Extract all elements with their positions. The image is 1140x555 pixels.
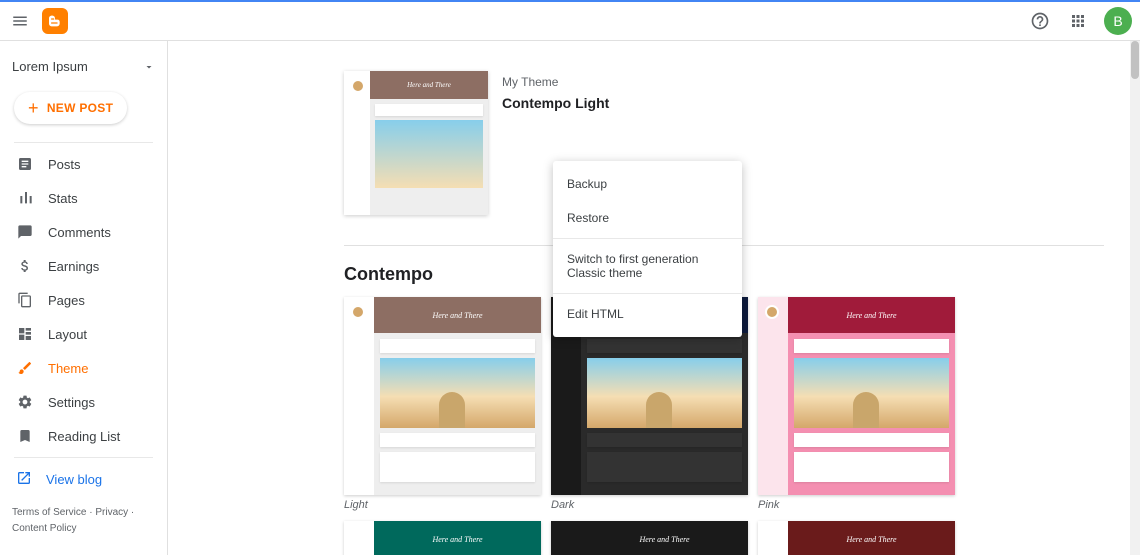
sidebar-item-label: Earnings <box>48 259 99 274</box>
privacy-link[interactable]: Privacy <box>95 507 128 518</box>
theme-icon <box>16 359 34 377</box>
theme-caption: Pink <box>758 499 955 511</box>
content-policy-link[interactable]: Content Policy <box>12 523 76 534</box>
new-post-button[interactable]: + NEW POST <box>14 92 127 124</box>
view-blog-link[interactable]: View blog <box>0 462 167 497</box>
sidebar-item-label: Theme <box>48 361 88 376</box>
nav: Posts Stats Comments Earnings Pages Layo… <box>0 147 167 497</box>
dropdown-item-backup[interactable]: Backup <box>553 167 742 201</box>
my-theme-label: My Theme <box>502 75 609 89</box>
earnings-icon <box>16 257 34 275</box>
stats-icon <box>16 189 34 207</box>
sidebar-item-label: Pages <box>48 293 85 308</box>
divider <box>553 238 742 239</box>
preview-header: Here and There <box>581 521 748 555</box>
theme-card-darkgreen[interactable]: Here and There <box>551 521 748 555</box>
scrollbar[interactable] <box>1130 41 1140 555</box>
blog-selector[interactable]: Lorem Ipsum <box>0 51 167 82</box>
view-blog-label: View blog <box>46 472 102 487</box>
sidebar-item-reading-list[interactable]: Reading List <box>0 419 167 453</box>
blog-name: Lorem Ipsum <box>12 59 88 74</box>
my-theme-name: Contempo Light <box>502 95 609 111</box>
sidebar-item-label: Comments <box>48 225 111 240</box>
theme-card-pink[interactable]: Here and There Pink <box>758 297 955 511</box>
sidebar-item-stats[interactable]: Stats <box>0 181 167 215</box>
gear-icon <box>16 393 34 411</box>
terms-link[interactable]: Terms of Service <box>12 507 86 518</box>
apps-icon[interactable] <box>1066 9 1090 33</box>
sidebar-item-pages[interactable]: Pages <box>0 283 167 317</box>
divider <box>14 142 153 143</box>
comments-icon <box>16 223 34 241</box>
sidebar-item-comments[interactable]: Comments <box>0 215 167 249</box>
sidebar-item-posts[interactable]: Posts <box>0 147 167 181</box>
preview-header: Here and There <box>374 521 541 555</box>
top-bar-left <box>8 8 68 34</box>
blogger-logo-icon[interactable] <box>42 8 68 34</box>
top-bar: B <box>0 0 1140 41</box>
preview-header: Here and There <box>370 71 488 99</box>
theme-card-red[interactable]: Here and There <box>758 521 955 555</box>
help-icon[interactable] <box>1028 9 1052 33</box>
pages-icon <box>16 291 34 309</box>
sidebar-item-label: Settings <box>48 395 95 410</box>
dropdown-item-restore[interactable]: Restore <box>553 201 742 235</box>
sidebar-item-theme[interactable]: Theme <box>0 351 167 385</box>
layout-icon <box>16 325 34 343</box>
open-external-icon <box>16 470 32 489</box>
sidebar-item-layout[interactable]: Layout <box>0 317 167 351</box>
dropdown-item-switch-classic[interactable]: Switch to first generation Classic theme <box>553 242 742 290</box>
theme-card-light[interactable]: Here and There Light <box>344 297 541 511</box>
theme-actions-dropdown: Backup Restore Switch to first generatio… <box>553 161 742 337</box>
divider <box>14 457 153 458</box>
preview-header: Here and There <box>788 297 955 333</box>
sidebar: Lorem Ipsum + NEW POST Posts Stats Comme… <box>0 41 168 555</box>
preview-header: Here and There <box>788 521 955 555</box>
avatar-icon <box>765 305 779 319</box>
sidebar-item-label: Posts <box>48 157 81 172</box>
my-theme-preview[interactable]: Here and There <box>344 71 488 215</box>
avatar-icon <box>351 305 365 319</box>
theme-card-teal[interactable]: Here and There <box>344 521 541 555</box>
avatar-icon <box>351 79 365 93</box>
bookmark-icon <box>16 427 34 445</box>
sidebar-item-label: Reading List <box>48 429 120 444</box>
sidebar-item-settings[interactable]: Settings <box>0 385 167 419</box>
menu-icon[interactable] <box>8 9 32 33</box>
top-bar-right: B <box>1028 7 1132 35</box>
dropdown-item-edit-html[interactable]: Edit HTML <box>553 297 742 331</box>
preview-header: Here and There <box>374 297 541 333</box>
theme-caption: Dark <box>551 499 748 511</box>
scrollbar-thumb[interactable] <box>1131 41 1139 79</box>
sidebar-item-label: Layout <box>48 327 87 342</box>
sidebar-item-earnings[interactable]: Earnings <box>0 249 167 283</box>
footer-links: Terms of Service · Privacy · Content Pol… <box>0 497 167 545</box>
theme-caption: Light <box>344 499 541 511</box>
account-avatar[interactable]: B <box>1104 7 1132 35</box>
plus-icon: + <box>28 98 39 119</box>
chevron-down-icon <box>143 61 155 73</box>
main-content: Here and There My Theme Contempo Light C… <box>168 41 1140 555</box>
sidebar-item-label: Stats <box>48 191 78 206</box>
new-post-label: NEW POST <box>47 101 113 115</box>
posts-icon <box>16 155 34 173</box>
divider <box>553 293 742 294</box>
